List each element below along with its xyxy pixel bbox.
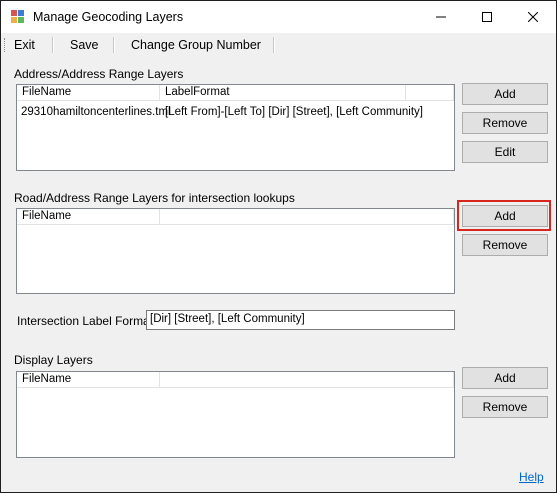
toolbar-grip[interactable]	[4, 38, 7, 52]
column-header-empty[interactable]	[160, 209, 454, 225]
column-header-filename[interactable]: FileName	[17, 85, 160, 101]
menu-save[interactable]: Save	[70, 38, 99, 52]
column-header-filename[interactable]: FileName	[17, 372, 160, 388]
app-icon	[11, 10, 24, 23]
road-add-button[interactable]: Add	[462, 205, 548, 227]
column-header-empty[interactable]	[160, 372, 454, 388]
menu-separator	[52, 37, 54, 53]
address-layers-label: Address/Address Range Layers	[14, 67, 184, 81]
display-layers-label: Display Layers	[14, 353, 93, 367]
menu-separator	[273, 37, 275, 53]
road-layers-list[interactable]: FileName	[16, 208, 455, 294]
address-layers-list[interactable]: FileName LabelFormat 29310hamiltoncenter…	[16, 84, 455, 171]
menu-change-group-number[interactable]: Change Group Number	[131, 38, 261, 52]
menu-separator	[113, 37, 115, 53]
road-remove-button[interactable]: Remove	[462, 234, 548, 256]
display-remove-button[interactable]: Remove	[462, 396, 548, 418]
road-layers-label: Road/Address Range Layers for intersecti…	[14, 191, 295, 205]
intersection-label-format-field[interactable]: [Dir] [Street], [Left Community]	[146, 310, 455, 330]
column-header-empty[interactable]	[406, 85, 454, 101]
help-link[interactable]: Help	[519, 470, 544, 484]
close-button[interactable]	[510, 1, 556, 33]
column-header-labelformat[interactable]: LabelFormat	[160, 85, 406, 101]
menu-exit[interactable]: Exit	[14, 38, 35, 52]
address-remove-button[interactable]: Remove	[462, 112, 548, 134]
address-edit-button[interactable]: Edit	[462, 141, 548, 163]
menu-bar: Exit Save Change Group Number	[1, 33, 556, 57]
display-add-button[interactable]: Add	[462, 367, 548, 389]
row-filename[interactable]: 29310hamiltoncenterlines.tml	[21, 106, 171, 118]
close-icon	[528, 12, 538, 22]
minimize-icon	[436, 16, 446, 18]
minimize-button[interactable]	[418, 1, 464, 33]
manage-geocoding-layers-window: Manage Geocoding Layers Exit Save Change…	[0, 0, 557, 493]
window-title: Manage Geocoding Layers	[33, 10, 184, 24]
maximize-icon	[482, 12, 492, 22]
display-layers-list[interactable]: FileName	[16, 371, 455, 458]
column-header-filename[interactable]: FileName	[17, 209, 160, 225]
title-bar: Manage Geocoding Layers	[1, 1, 556, 33]
address-add-button[interactable]: Add	[462, 83, 548, 105]
intersection-label: Intersection Label Format	[17, 314, 154, 328]
maximize-button[interactable]	[464, 1, 510, 33]
row-label-format[interactable]: [Left From]-[Left To] [Dir] [Street], [L…	[165, 106, 423, 118]
